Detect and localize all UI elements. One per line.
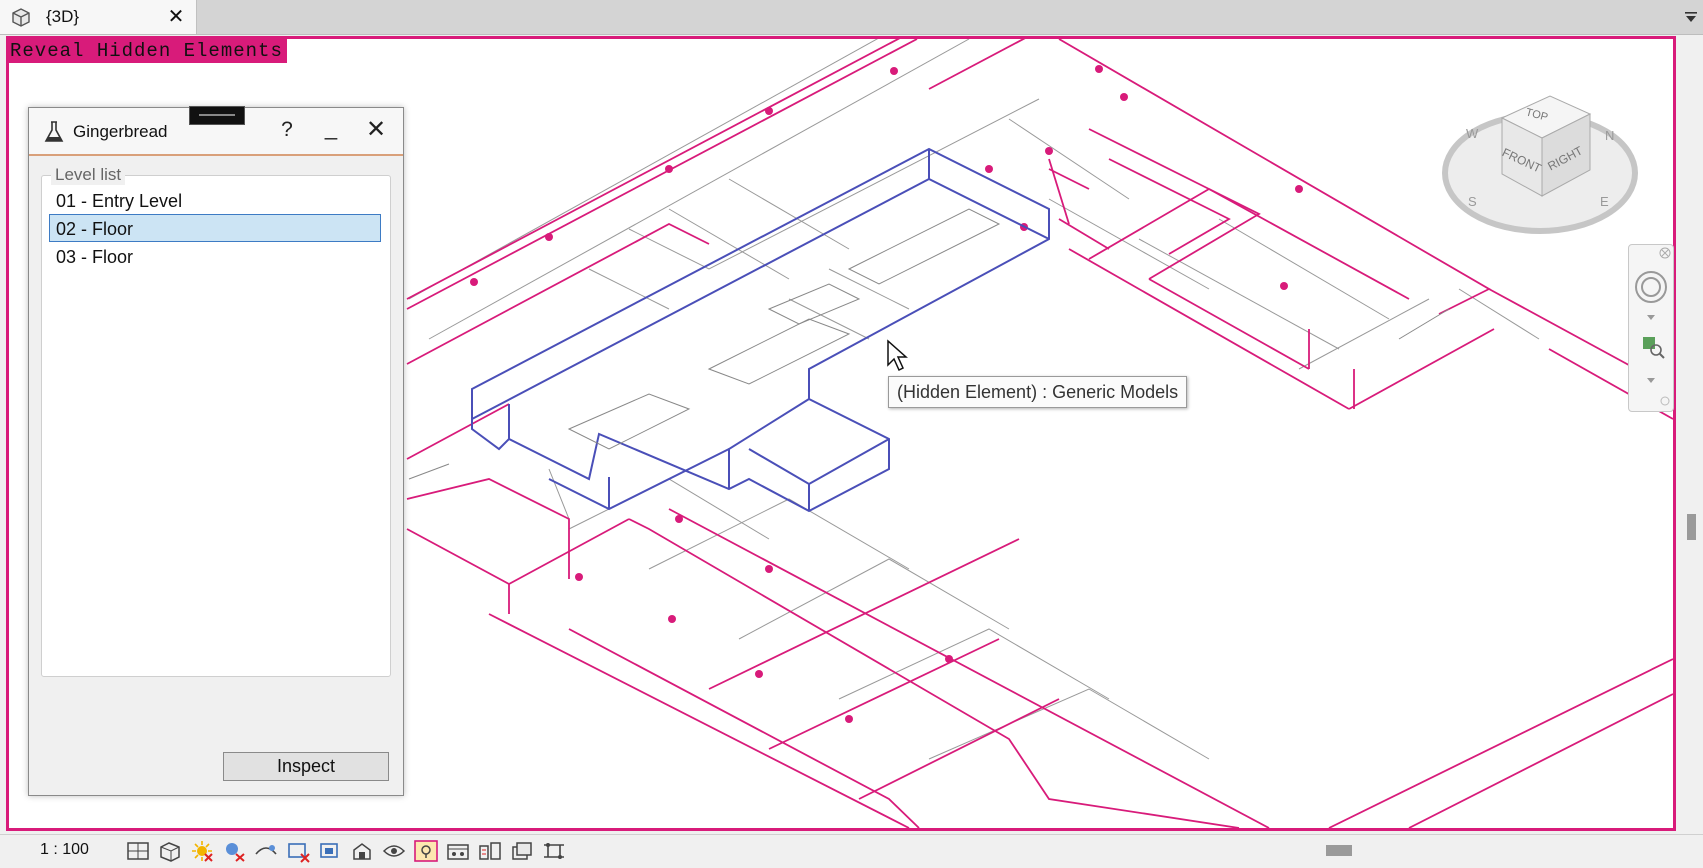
scrollbar-thumb[interactable] xyxy=(1687,514,1696,540)
tab-label: {3D} xyxy=(46,7,80,26)
tab-3d[interactable]: {3D} ✕ xyxy=(0,0,197,34)
list-item-selected[interactable]: 02 - Floor xyxy=(49,214,381,242)
worksharing-icon[interactable] xyxy=(444,838,472,864)
compass-n-label: N xyxy=(1605,128,1614,143)
view-control-bar: 1 : 100 xyxy=(0,834,1703,868)
highlight-displacement-icon[interactable] xyxy=(508,838,536,864)
design-options-icon[interactable] xyxy=(476,838,504,864)
shadows-icon[interactable] xyxy=(220,838,248,864)
mouse-cursor-icon xyxy=(887,339,908,372)
reveal-hidden-icon[interactable] xyxy=(412,838,440,864)
gingerbread-dialog: Gingerbread ? _ ✕ Level list 01 - Entry … xyxy=(28,106,404,796)
dialog-title: Gingerbread xyxy=(73,122,168,141)
detail-level-icon[interactable] xyxy=(124,838,152,864)
reveal-hidden-banner: Reveal Hidden Elements xyxy=(6,39,287,63)
temporary-hide-icon[interactable] xyxy=(380,838,408,864)
compass-w-label: W xyxy=(1466,126,1479,141)
unlock-3d-icon[interactable] xyxy=(348,838,376,864)
chevron-down-icon[interactable] xyxy=(1647,378,1655,383)
dialog-title-bar[interactable]: Gingerbread ? _ ✕ xyxy=(29,106,403,156)
chevron-down-icon[interactable] xyxy=(1647,315,1655,320)
hidden-element-tooltip: (Hidden Element) : Generic Models xyxy=(888,376,1188,408)
crop-view-icon[interactable] xyxy=(284,838,312,864)
render-icon[interactable] xyxy=(252,838,280,864)
compass-s-label: S xyxy=(1468,194,1477,209)
steering-wheel-icon[interactable] xyxy=(1635,271,1667,303)
vertical-scrollbar[interactable] xyxy=(1678,36,1703,831)
close-icon[interactable] xyxy=(1659,247,1671,259)
minimize-button[interactable]: _ xyxy=(317,116,345,144)
options-icon[interactable] xyxy=(1660,396,1670,406)
sun-path-icon[interactable] xyxy=(188,838,216,864)
navigation-bar xyxy=(1628,244,1674,412)
analytical-model-icon[interactable] xyxy=(540,838,568,864)
compass-e-label: E xyxy=(1600,194,1609,209)
level-list-label: Level list xyxy=(51,165,126,185)
close-button[interactable]: ✕ xyxy=(362,116,390,144)
horizontal-scrollbar-thumb[interactable] xyxy=(1326,845,1352,856)
level-list[interactable]: 01 - Entry Level 02 - Floor 03 - Floor xyxy=(49,186,381,270)
inspect-button[interactable]: Inspect xyxy=(223,752,389,781)
close-icon[interactable]: ✕ xyxy=(166,7,186,27)
list-item[interactable]: 01 - Entry Level xyxy=(49,186,381,214)
visual-style-icon[interactable] xyxy=(156,838,184,864)
zoom-region-icon[interactable] xyxy=(1643,337,1665,359)
view-scale[interactable]: 1 : 100 xyxy=(40,841,89,859)
list-item[interactable]: 03 - Floor xyxy=(49,242,381,270)
view-tab-bar: {3D} ✕ xyxy=(0,0,1703,35)
help-button[interactable]: ? xyxy=(273,116,301,144)
tab-dropdown-icon[interactable] xyxy=(1683,10,1699,24)
drag-handle[interactable] xyxy=(189,106,245,125)
viewcube[interactable]: TOP FRONT RIGHT W N S E xyxy=(1440,78,1640,238)
show-crop-icon[interactable] xyxy=(316,838,344,864)
view-template-icon xyxy=(12,8,30,27)
flask-icon xyxy=(44,121,64,142)
